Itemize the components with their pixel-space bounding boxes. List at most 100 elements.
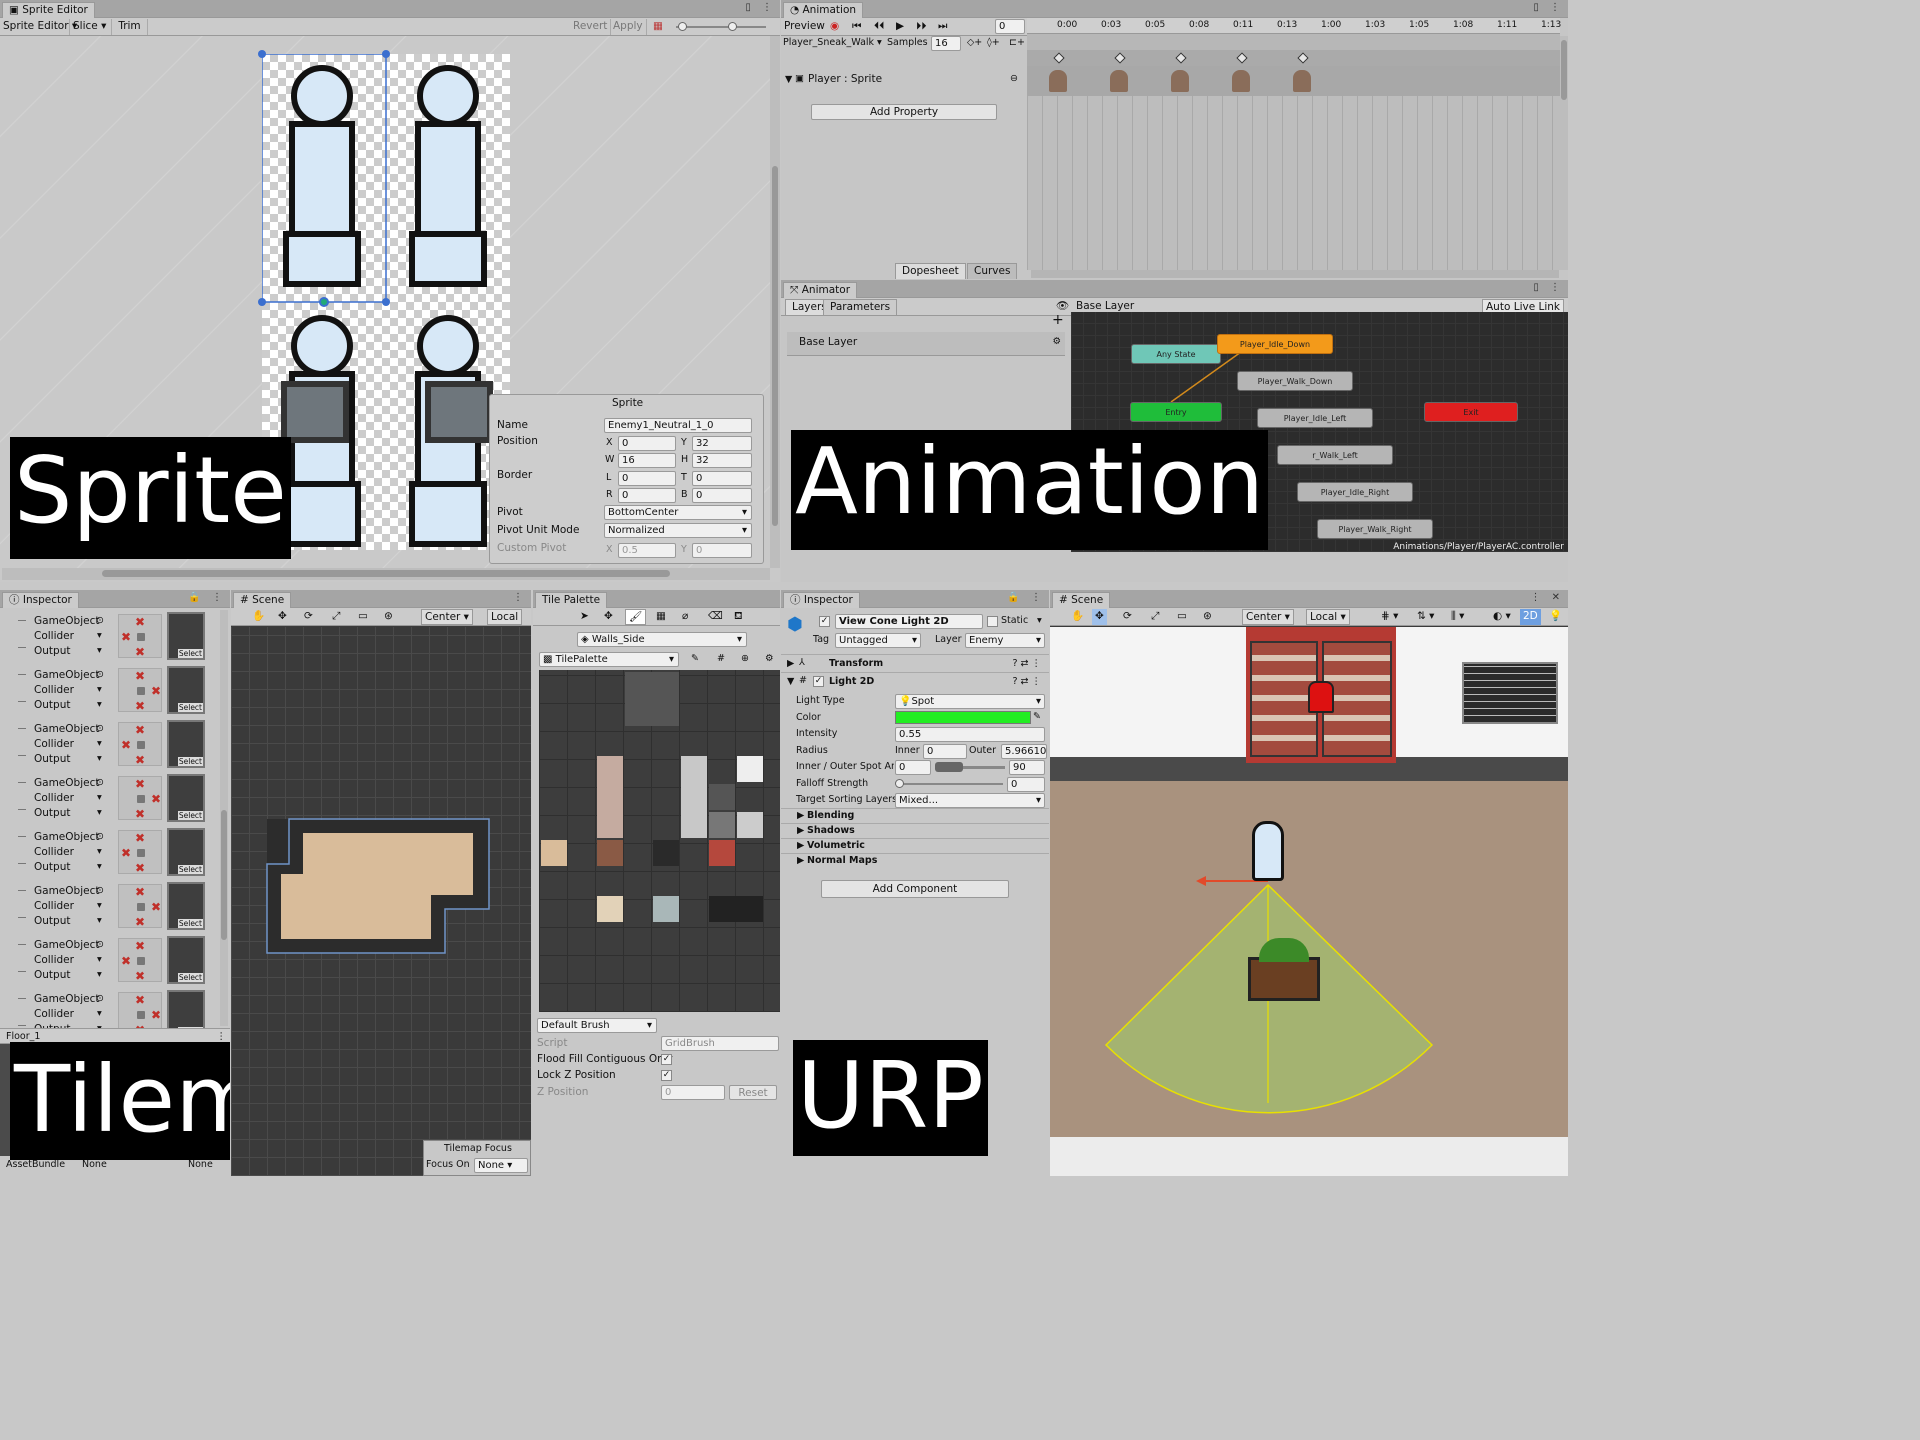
output-dropdown-icon[interactable]: ▾ [97,969,102,980]
select-button[interactable]: Select [177,919,203,928]
color-swatch[interactable] [895,711,1031,724]
palette-tile[interactable] [709,784,735,810]
add-event-marker-icon[interactable]: ⊏+ [1009,37,1025,48]
palette-tile[interactable] [597,896,623,922]
drag-handle-icon[interactable] [18,998,26,1026]
state-entry[interactable]: Entry [1130,402,1222,422]
gizmo-toggle-icon[interactable]: ⊕ [741,653,749,664]
foldout-section[interactable]: ▶ Normal Maps [781,853,1049,868]
transform-tool-icon[interactable]: ⊛ [381,609,396,625]
drag-handle-icon[interactable] [18,674,26,702]
active-tilemap-dropdown[interactable]: ◈ Walls_Side ▾ [577,632,747,647]
tab-dopesheet[interactable]: Dopesheet [895,263,966,279]
not-neighbor-icon[interactable]: ✖ [151,793,161,805]
state-walk-left[interactable]: r_Walk_Left [1277,445,1393,465]
play-button[interactable]: ▶ [893,19,907,35]
selection-handle[interactable] [258,298,266,306]
neighbor-grid[interactable]: ✖ ✖ ✖ [118,776,162,820]
draw-mode-icon[interactable]: ◐ ▾ [1490,609,1514,625]
paint-brush-icon[interactable]: 🖌 [625,609,647,625]
asset-variant-dropdown[interactable]: None [188,1159,213,1170]
expand-arrow-icon[interactable]: ▶ [797,840,804,851]
palette-tile[interactable] [709,812,735,838]
static-checkbox[interactable] [987,616,998,627]
neighbor-grid[interactable]: ✖ ✖ ✖ [118,938,162,982]
tab-scene[interactable]: # Scene [1052,592,1111,608]
object-picker-icon[interactable]: ⊙ [96,939,104,950]
rect-tool-icon[interactable]: ▭ [1174,609,1190,625]
samples-field[interactable]: 16 [931,36,961,51]
window-menu-icon[interactable]: ⋮ [513,592,527,603]
light2d-header[interactable]: ▼ # ✓ Light 2D ? ⇄ ⋮ [781,672,1049,690]
gear-icon[interactable]: ⚙ [765,653,774,664]
output-dropdown-icon[interactable]: ▾ [97,699,102,710]
scrollbar-thumb[interactable] [1561,40,1567,100]
scale-tool-icon[interactable]: ⤢ [1148,609,1162,625]
prev-key-button[interactable]: ⏴⏴ [871,19,888,35]
property-row[interactable]: ▼ ▣ Player : Sprite ⊖ [781,70,1027,90]
mode-2d-toggle[interactable]: 2D [1520,609,1541,625]
state-walk-down[interactable]: Player_Walk_Down [1237,371,1353,391]
zoom-slider-handle[interactable] [678,22,687,31]
edit-palette-icon[interactable]: ✎ [691,653,699,664]
tab-inspector[interactable]: ⓘ Inspector [2,592,79,608]
move-tile-icon[interactable]: ✥ [601,609,616,625]
object-picker-icon[interactable]: ⊙ [96,831,104,842]
tab-tile-palette[interactable]: Tile Palette [535,592,608,608]
collider-dropdown-icon[interactable]: ▾ [97,630,102,641]
palette-tile[interactable] [653,896,679,922]
drag-handle-icon[interactable] [18,620,26,648]
event-strip[interactable] [1027,34,1560,50]
rule-tile-entry[interactable]: GameObject Collider Output ⊙ ▾ ▾ ✖ ✖ ✖ Select [0,718,220,772]
scrollbar-thumb[interactable] [772,166,778,526]
scene-left-viewport[interactable] [231,627,531,1176]
not-neighbor-icon[interactable]: ✖ [135,970,145,982]
sprite-frame-thumb[interactable] [1232,70,1250,92]
tile-sprite-preview[interactable]: Select [167,720,205,768]
tag-dropdown[interactable]: Untagged ▾ [835,633,921,648]
expand-arrow-icon[interactable]: ▶ [797,855,804,866]
object-picker-icon[interactable]: ⊙ [96,777,104,788]
not-neighbor-icon[interactable]: ✖ [135,886,145,898]
not-neighbor-icon[interactable]: ✖ [151,685,161,697]
neighbor-grid[interactable]: ✖ ✖ ✖ [118,668,162,712]
reset-button[interactable]: Reset [729,1085,777,1100]
scale-tool-icon[interactable]: ⤢ [329,609,343,625]
first-key-button[interactable]: ⏮ [849,19,864,35]
tab-curves[interactable]: Curves [967,263,1018,279]
foldout-section[interactable]: ▶ Blending [781,808,1049,823]
summary-row[interactable] [1027,50,1560,66]
timeline-vscrollbar[interactable] [1560,36,1568,270]
dopesheet-timeline[interactable]: 0:00 0:03 0:05 0:08 0:11 0:13 1:00 1:03 1:05 1:08… [1027,18,1561,270]
select-button[interactable]: Select [177,703,203,712]
layer-item[interactable]: Base Layer ⚙ [787,332,1065,356]
tile-sprite-preview[interactable]: Select [167,882,205,930]
palette-tile[interactable] [681,756,707,838]
pivot-center-dropdown[interactable]: Center ▾ [1242,609,1294,625]
not-neighbor-icon[interactable]: ✖ [135,616,145,628]
selection-handle[interactable] [382,298,390,306]
foldout-section[interactable]: ▶ Volumetric [781,838,1049,853]
border-r-field[interactable]: 0 [618,488,676,503]
tile-sprite-preview[interactable]: Select [167,612,205,660]
preview-toggle[interactable]: Preview [781,19,828,35]
flood-fill-checkbox[interactable]: ✓ [661,1054,672,1065]
lock-z-checkbox[interactable]: ✓ [661,1070,672,1081]
sprite-frame-thumb[interactable] [1110,70,1128,92]
spot-outer-field[interactable]: 90 [1009,760,1045,775]
not-neighbor-icon[interactable]: ✖ [135,994,145,1006]
tab-animation[interactable]: ◔ Animation [783,2,864,18]
tab-sprite-editor[interactable]: ▣ Sprite Editor [2,2,95,18]
inner-radius-field[interactable]: 0 [923,744,967,759]
rotate-tool-icon[interactable]: ⟳ [301,609,316,625]
ruler-icon[interactable]: ⫼ ▾ [1448,609,1467,625]
lock-icon[interactable]: 🔒 ⋮ [188,592,226,603]
output-dropdown-icon[interactable]: ▾ [97,861,102,872]
not-neighbor-icon[interactable]: ✖ [151,1009,161,1021]
neighbor-grid[interactable]: ✖ ✖ ✖ [118,830,162,874]
move-tool-icon[interactable]: ✥ [275,609,290,625]
trim-button[interactable]: Trim [112,19,148,35]
state-walk-right[interactable]: Player_Walk_Right [1317,519,1433,539]
lighting-toggle-icon[interactable]: 💡 [1546,609,1565,625]
editor-mode-dropdown[interactable]: Sprite Editor ▾ [0,19,77,35]
